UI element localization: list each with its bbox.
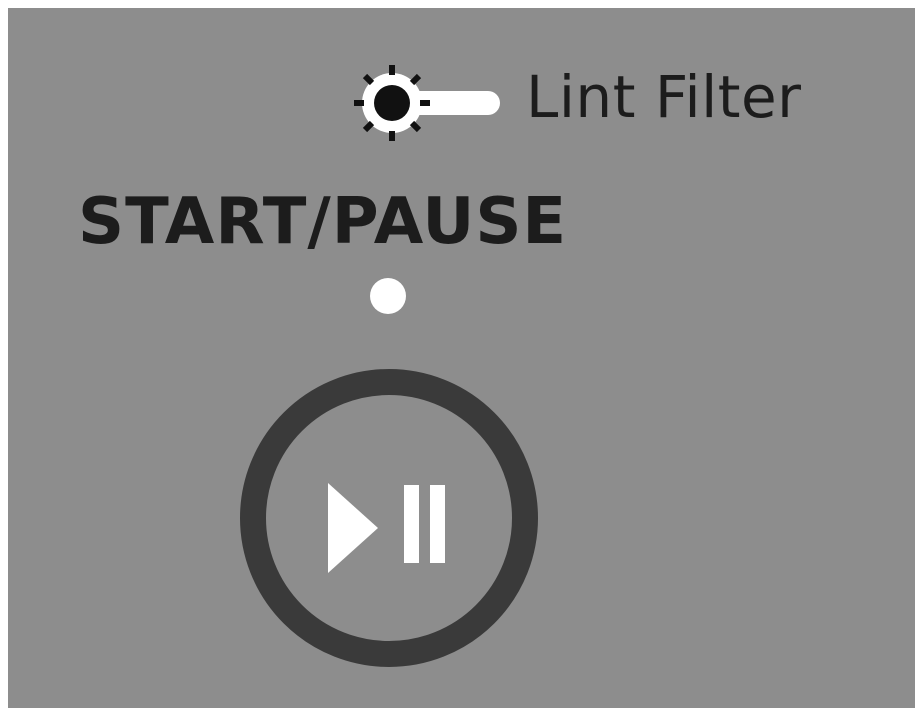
status-led-icon	[370, 278, 406, 314]
start-pause-label: START/PAUSE	[78, 185, 568, 259]
lint-filter-label: Lint Filter	[526, 63, 802, 131]
lint-filter-indicator-icon	[354, 65, 500, 141]
play-pause-icon	[328, 483, 445, 573]
start-pause-button[interactable]	[236, 365, 542, 671]
control-panel: Lint Filter START/PAUSE	[8, 8, 915, 708]
